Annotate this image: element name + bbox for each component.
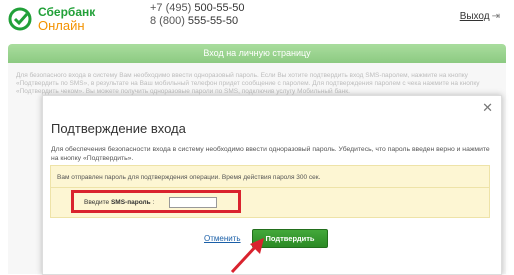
info-message: Вам отправлен пароль для подтверждения о… [50, 165, 490, 188]
logo-text-sberbank: Сбербанк [38, 5, 96, 19]
logo-text-online: Онлайн [38, 18, 85, 33]
confirm-login-dialog: ✕ Подтверждение входа Для обеспечения бе… [42, 95, 502, 275]
sms-password-input[interactable] [169, 197, 217, 208]
dialog-description: Для обеспечения безопасности входа в сис… [51, 146, 490, 162]
phone-numbers: +7 (495) 500-55-50 8 (800) 555-55-50 [150, 2, 245, 28]
logout-link[interactable]: Выход ⇥ [460, 11, 500, 22]
phone-2: 8 (800) 555-55-50 [150, 15, 239, 27]
highlight-box: Введите SMS-пароль : [71, 190, 241, 213]
sms-password-label: Введите SMS-пароль : [84, 199, 155, 206]
red-arrow-annotation [230, 238, 264, 274]
phone-1: +7 (495) 500-55-50 [150, 2, 245, 14]
close-icon[interactable]: ✕ [482, 100, 493, 116]
logout-arrow-icon: ⇥ [491, 11, 500, 22]
sms-password-row: Введите SMS-пароль : [50, 188, 490, 218]
header: Сбербанк Онлайн +7 (495) 500-55-50 8 (80… [0, 0, 514, 38]
sberbank-logo[interactable]: Сбербанк Онлайн [8, 4, 95, 36]
dialog-title: Подтверждение входа [51, 121, 186, 136]
sberbank-logo-icon [8, 7, 32, 31]
